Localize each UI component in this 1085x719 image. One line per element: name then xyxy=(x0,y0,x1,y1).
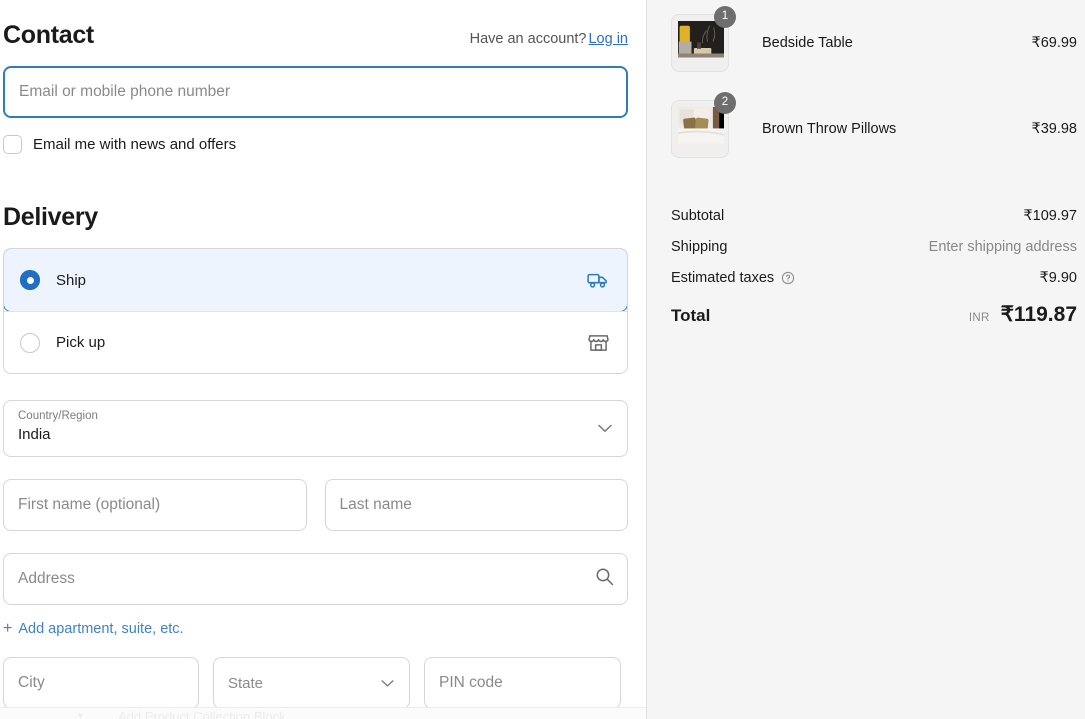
address-input[interactable] xyxy=(3,553,628,605)
newsletter-label: Email me with news and offers xyxy=(33,136,237,153)
estimated-taxes-row: Estimated taxes ₹9.90 xyxy=(671,262,1081,293)
newsletter-optin-row[interactable]: Email me with news and offers xyxy=(3,135,628,154)
log-in-link[interactable]: Log in xyxy=(588,31,628,47)
state-select-value: State xyxy=(228,674,264,692)
quantity-badge: 1 xyxy=(714,6,736,28)
city-input[interactable] xyxy=(3,657,199,709)
checkout-form-column: Contact Have an account?Log in Email me … xyxy=(0,0,646,719)
checkout-page: Contact Have an account?Log in Email me … xyxy=(0,0,1085,719)
country-region-caption: Country/Region xyxy=(18,410,98,422)
delivery-section-header: Delivery xyxy=(3,182,628,232)
product-thumbnail-wrap: 1 xyxy=(671,6,736,72)
city-field-wrap xyxy=(3,657,199,709)
add-apartment-link[interactable]: + Add apartment, suite, etc. xyxy=(3,620,184,638)
subtotal-row: Subtotal ₹109.97 xyxy=(671,200,1081,231)
delivery-method-pickup[interactable]: Pick up xyxy=(4,311,627,373)
ship-radio[interactable] xyxy=(20,270,40,290)
estimated-taxes-label: Estimated taxes xyxy=(671,269,775,286)
shipping-row: Shipping Enter shipping address xyxy=(671,231,1081,262)
cart-item-price: ₹69.99 xyxy=(1031,35,1077,51)
estimated-taxes-value: ₹9.90 xyxy=(1039,269,1077,286)
estimated-taxes-label-group: Estimated taxes xyxy=(671,270,795,286)
name-fields-row xyxy=(3,479,628,531)
total-amount-group: INR ₹119.87 xyxy=(969,302,1077,327)
delivery-method-group: Ship Pick up xyxy=(3,248,628,374)
pin-code-input[interactable] xyxy=(424,657,621,709)
contact-email-wrap xyxy=(3,66,628,118)
ship-label: Ship xyxy=(56,271,87,289)
subtotal-value: ₹109.97 xyxy=(1023,207,1077,224)
country-region-value: India xyxy=(18,425,51,443)
subtotal-label: Subtotal xyxy=(671,207,725,224)
total-currency-code: INR xyxy=(968,312,990,324)
account-prompt-text: Have an account? xyxy=(469,31,587,47)
pickup-radio[interactable] xyxy=(20,332,40,353)
delivery-title: Delivery xyxy=(3,203,98,231)
total-label: Total xyxy=(671,306,711,325)
chevron-down-icon xyxy=(381,675,394,692)
delivery-method-ship[interactable]: Ship xyxy=(4,249,627,312)
order-summary-column: 1 Bedside Table ₹69.99 2 Brown Throw Pil… xyxy=(647,0,1085,719)
account-prompt: Have an account? Log in xyxy=(470,31,628,47)
total-row: Total INR ₹119.87 xyxy=(671,293,1081,327)
pickup-label: Pick up xyxy=(56,334,106,351)
total-amount: ₹119.87 xyxy=(1000,303,1077,326)
quantity-badge: 2 xyxy=(714,92,736,114)
last-name-input[interactable] xyxy=(324,479,628,531)
ghost-caret-icon: ▾ xyxy=(78,711,84,719)
plus-icon: + xyxy=(3,620,13,637)
cart-item-name: Bedside Table xyxy=(762,35,853,51)
cart-item: 2 Brown Throw Pillows ₹39.98 xyxy=(671,86,1081,172)
cart-item-name: Brown Throw Pillows xyxy=(762,121,897,137)
product-thumbnail-wrap: 2 xyxy=(671,92,736,158)
city-state-pin-row: State xyxy=(3,657,628,709)
cart-item: 1 Bedside Table ₹69.99 xyxy=(671,0,1081,86)
add-apartment-label: Add apartment, suite, etc. xyxy=(18,621,184,637)
pin-code-field-wrap xyxy=(424,657,621,709)
country-region-select[interactable]: Country/Region India xyxy=(3,400,628,457)
order-totals: Subtotal ₹109.97 Shipping Enter shipping… xyxy=(671,200,1081,327)
truck-icon xyxy=(587,271,609,289)
country-region-select-wrap: Country/Region India xyxy=(3,400,628,457)
email-or-phone-input[interactable] xyxy=(3,66,628,118)
first-name-input[interactable] xyxy=(3,479,307,531)
newsletter-checkbox[interactable] xyxy=(3,135,22,154)
info-icon[interactable] xyxy=(781,271,795,285)
contact-title: Contact xyxy=(3,21,94,49)
ghost-strip-label: Add Product Collection Block xyxy=(118,709,286,719)
state-select[interactable]: State xyxy=(213,657,410,709)
cart-item-price: ₹39.98 xyxy=(1031,121,1077,137)
state-field-wrap: State xyxy=(213,657,410,709)
shipping-label: Shipping xyxy=(671,238,728,255)
shipping-value: Enter shipping address xyxy=(928,238,1077,255)
contact-section-header: Contact Have an account? Log in xyxy=(3,0,628,50)
address-field-wrap xyxy=(3,553,628,605)
storefront-icon xyxy=(588,333,609,352)
background-editor-strip: ▾ Add Product Collection Block xyxy=(0,707,646,719)
